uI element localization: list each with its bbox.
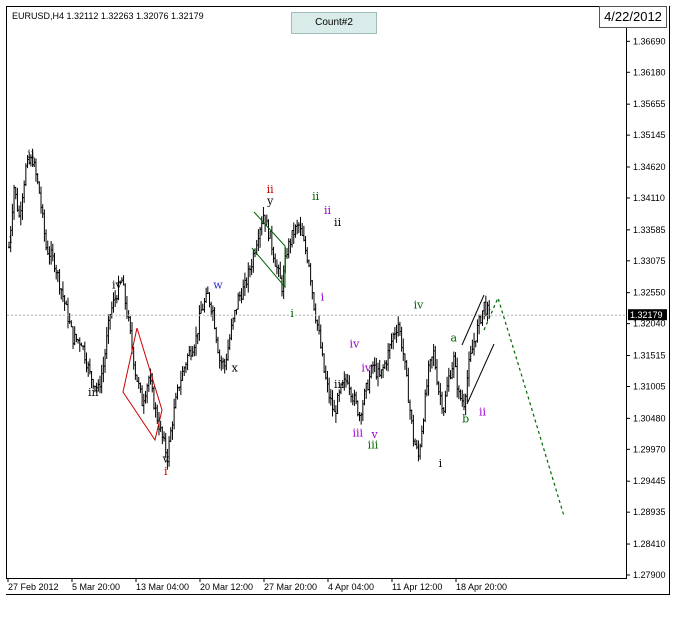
x-tick-label: 20 Mar 12:00 — [200, 582, 253, 592]
wave-label: iii — [88, 386, 99, 399]
wave-label: iv — [361, 362, 372, 375]
count-indicator-box[interactable]: Count#2 — [291, 12, 377, 34]
wave-label: b — [462, 413, 469, 426]
wave-label: x — [232, 362, 239, 375]
wave-label: iv — [350, 337, 361, 350]
current-price-tag: 1.32179 — [628, 309, 667, 321]
wave-label: ii — [479, 405, 487, 418]
y-tick-label: 1.28410 — [633, 539, 666, 549]
y-tick-label: 1.30480 — [633, 413, 666, 423]
wave-label: iv — [414, 298, 425, 311]
close-value: 1.32179 — [171, 11, 204, 21]
y-tick-label: 1.27900 — [633, 570, 666, 580]
wave-label: i — [439, 457, 443, 470]
high-value: 1.32263 — [100, 11, 134, 21]
y-tick-label: 1.36690 — [633, 36, 666, 46]
wave-label: iii — [353, 427, 364, 440]
wave-label: ii — [27, 147, 35, 160]
wave-label: i — [290, 307, 294, 320]
chart-background — [0, 0, 673, 640]
wave-label: a — [451, 331, 458, 344]
current-price-tag-text: 1.32179 — [630, 310, 663, 320]
wave-label: w — [213, 278, 223, 291]
y-tick-label: 1.29445 — [633, 476, 666, 486]
wave-label: iii — [368, 439, 379, 452]
wave-label: ii — [334, 216, 342, 229]
y-tick-label: 1.31005 — [633, 381, 666, 391]
y-tick-label: 1.34110 — [633, 193, 665, 203]
x-tick-label: 4 Apr 04:00 — [328, 582, 374, 592]
wave-label: i — [321, 291, 325, 304]
y-tick-label: 1.35655 — [633, 99, 666, 109]
x-tick-label: 27 Mar 20:00 — [264, 582, 317, 592]
y-tick-label: 1.28935 — [633, 507, 666, 517]
wave-label: i — [9, 232, 13, 245]
y-tick-label: 1.31515 — [633, 351, 666, 361]
low-value: 1.32076 — [135, 11, 169, 21]
wave-label: y — [266, 195, 274, 208]
x-tick-label: 18 Apr 20:00 — [456, 582, 507, 592]
y-tick-label: 1.36180 — [633, 67, 666, 77]
y-tick-label: 1.29970 — [633, 444, 666, 454]
price-chart[interactable]: iiiiiiivviwxiiyiiiiiiiiiviiiiviii viiiivi… — [0, 0, 673, 640]
wave-label: iv — [112, 278, 123, 291]
wave-label: ii — [312, 190, 320, 203]
open-value: 1.32112 — [66, 11, 99, 21]
date-box: 4/22/2012 — [599, 6, 667, 28]
wave-label: ii — [324, 204, 332, 217]
x-tick-label: 5 Mar 20:00 — [72, 582, 120, 592]
x-tick-label: 11 Apr 12:00 — [392, 582, 442, 592]
x-tick-label: 27 Feb 2012 — [8, 582, 59, 592]
y-tick-label: 1.34620 — [633, 162, 666, 172]
wave-label: v — [162, 453, 170, 466]
y-tick-label: 1.32550 — [633, 288, 666, 298]
wave-label: i — [164, 465, 168, 478]
y-tick-label: 1.33585 — [633, 225, 666, 235]
symbol-header: EURUSD,H4 1.32112 1.32263 1.32076 1.3217… — [12, 11, 204, 21]
y-tick-label: 1.35145 — [633, 130, 666, 140]
x-tick-label: 13 Mar 04:00 — [136, 582, 189, 592]
y-tick-label: 1.33075 — [633, 256, 666, 266]
symbol-name: EURUSD,H4 — [12, 11, 65, 21]
wave-label: iii — [334, 378, 345, 391]
